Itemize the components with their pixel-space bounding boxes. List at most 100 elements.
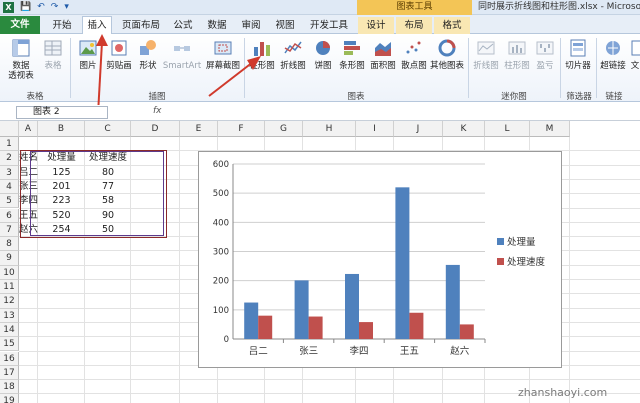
tab-view[interactable]: 视图 [270,17,300,34]
gridline [179,137,180,403]
row-header[interactable]: 2 [0,151,19,166]
slicer-button[interactable]: 切片器 [563,38,593,86]
column-header[interactable]: L [485,121,530,137]
y-tick-label: 100 [213,306,229,316]
bar-speed [409,312,424,339]
row-header[interactable]: 17 [0,365,19,381]
shapes-button[interactable]: 形状 [136,38,160,86]
hyperlink-button[interactable]: 超链接 [598,38,628,86]
save-icon[interactable]: 💾 [20,2,31,13]
y-tick-label: 200 [213,277,229,287]
row-header[interactable]: 1 [0,137,19,152]
row-header[interactable]: 6 [0,208,19,223]
sparkline-column-button[interactable]: 柱形图 [502,38,532,86]
tab-review[interactable]: 审阅 [236,17,266,34]
column-header[interactable]: M [530,121,570,137]
shapes-icon [140,40,156,55]
embedded-chart[interactable]: 0 100 200 300 400 500 600 吕二 张三 李四 王五 赵六 处理量 处理速度 [198,151,562,368]
tab-format[interactable]: 格式 [434,17,470,34]
column-header[interactable]: A [19,121,38,137]
column-header[interactable]: C [85,121,131,137]
bar-throughput [244,302,259,339]
tab-chart-layout[interactable]: 布局 [396,17,432,34]
tab-page-layout[interactable]: 页面布局 [116,17,166,34]
pivot-table-icon [12,39,30,57]
table-icon [44,40,62,56]
column-header[interactable]: G [265,121,303,137]
annotation-arrow-column-chart [208,56,261,97]
group-label-tables: 表格 [26,92,44,102]
column-header[interactable]: J [394,121,443,137]
scatter-chart-icon [406,41,421,54]
row-header[interactable]: 19 [0,394,19,403]
smartart-icon [174,46,190,51]
sparkline-line-label: 折线图 [473,61,499,71]
table-button[interactable]: 表格 [40,38,66,86]
redo-icon[interactable]: ↷ [51,2,59,13]
line-chart-button[interactable]: 折线图 [278,38,308,86]
area-chart-label: 面积图 [370,61,396,71]
row-header[interactable]: 15 [0,337,19,352]
smartart-button[interactable]: SmartArt [162,38,202,86]
row-header[interactable]: 3 [0,165,19,180]
row-header[interactable]: 7 [0,222,19,238]
row-header[interactable]: 14 [0,322,19,338]
sparkline-line-button[interactable]: 折线图 [471,38,501,86]
undo-icon[interactable]: ↶ [37,2,45,13]
row-header[interactable]: 12 [0,294,19,309]
tab-formulas[interactable]: 公式 [168,17,198,34]
name-box[interactable]: 图表 2 [16,106,108,119]
other-charts-button[interactable]: 其他图表 [429,38,465,86]
row-header[interactable]: 5 [0,194,19,209]
group-separator [560,38,561,98]
customize-qat-icon[interactable]: ▾ [64,2,69,13]
tab-home[interactable]: 开始 [44,17,80,34]
column-header[interactable]: I [356,121,394,137]
tab-data[interactable]: 数据 [202,17,232,34]
bar-speed [308,316,323,339]
bar-throughput [395,187,410,339]
select-all-corner[interactable] [0,121,19,137]
bar-throughput [294,280,309,339]
column-header[interactable]: K [443,121,485,137]
row-header[interactable]: 13 [0,308,19,323]
function-icon[interactable]: fx [153,106,162,116]
legend-label: 处理速度 [507,256,546,268]
column-header[interactable]: B [38,121,85,137]
chart-tools-context-label: 图表工具 [357,0,472,15]
text-button[interactable]: 文 [630,38,640,86]
y-tick-label: 0 [224,335,229,345]
pie-chart-button[interactable]: 饼图 [310,38,336,86]
row-header[interactable]: 9 [0,251,19,266]
chart-source-range-border [30,151,164,236]
tab-developer[interactable]: 开发工具 [304,17,354,34]
pivot-table-button[interactable]: 数据 透视表 [4,38,38,86]
text-label: 文 [630,61,640,71]
group-separator [70,38,71,98]
row-header[interactable]: 11 [0,280,19,295]
column-header[interactable]: D [131,121,180,137]
column-header[interactable]: E [180,121,218,137]
sparkline-column-label: 柱形图 [504,61,530,71]
row-header[interactable]: 18 [0,380,19,395]
sparkline-winloss-button[interactable]: 盈亏 [533,38,557,86]
sparkline-line-icon [477,41,495,55]
row-header[interactable]: 4 [0,179,19,195]
scatter-chart-button[interactable]: 散点图 [399,38,429,86]
row-header[interactable]: 16 [0,351,19,366]
row-header[interactable]: 10 [0,265,19,280]
x-tick-label: 李四 [349,345,368,357]
legend-swatch [497,258,504,265]
pie-chart-label: 饼图 [314,61,332,71]
table-label: 表格 [44,61,62,71]
bar-chart-button[interactable]: 条形图 [337,38,367,86]
tab-file[interactable]: 文件 [0,16,40,34]
tab-design[interactable]: 设计 [358,17,394,34]
y-tick-label: 300 [213,248,229,258]
column-header[interactable]: H [303,121,356,137]
column-header[interactable]: F [218,121,265,137]
bar-chart-label: 条形图 [339,61,365,71]
area-chart-button[interactable]: 面积图 [368,38,398,86]
row-header[interactable]: 8 [0,237,19,252]
text-icon [631,40,640,56]
